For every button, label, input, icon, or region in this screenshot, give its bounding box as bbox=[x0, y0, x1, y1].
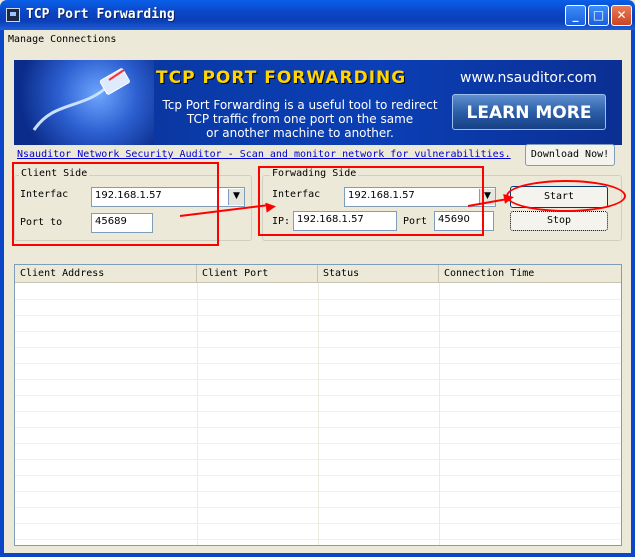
nsauditor-link[interactable]: Nsauditor Network Security Auditor - Sca… bbox=[17, 149, 511, 160]
row-divider bbox=[15, 315, 621, 316]
annotation-arrow-head bbox=[503, 192, 515, 204]
window-frame-left bbox=[0, 30, 4, 557]
window-frame-bottom bbox=[0, 553, 635, 557]
banner-title: TCP PORT FORWARDING bbox=[156, 68, 407, 88]
row-divider bbox=[15, 363, 621, 364]
column-header-status[interactable]: Status bbox=[318, 265, 439, 283]
row-divider bbox=[15, 411, 621, 412]
banner-url: www.nsauditor.com bbox=[460, 70, 597, 86]
row-divider bbox=[15, 395, 621, 396]
promo-banner[interactable]: TCP PORT FORWARDING www.nsauditor.com Tc… bbox=[14, 60, 622, 145]
learn-more-button[interactable]: LEARN MORE bbox=[452, 94, 606, 130]
banner-description-line: Tcp Port Forwarding is a useful tool to … bbox=[162, 98, 438, 112]
row-divider bbox=[15, 539, 621, 540]
row-divider bbox=[15, 299, 621, 300]
row-divider bbox=[15, 459, 621, 460]
annotation-arrow-head bbox=[265, 201, 277, 213]
row-divider bbox=[15, 523, 621, 524]
column-header-connection-time[interactable]: Connection Time bbox=[439, 265, 621, 283]
row-divider bbox=[15, 491, 621, 492]
connections-table[interactable]: Client Address Client Port Status Connec… bbox=[14, 264, 622, 546]
window-title: TCP Port Forwarding bbox=[26, 7, 175, 22]
banner-description-line: TCP traffic from one port on the same bbox=[186, 112, 414, 126]
row-divider bbox=[15, 347, 621, 348]
row-divider bbox=[15, 507, 621, 508]
client-side-highlight bbox=[12, 162, 219, 246]
minimize-button[interactable]: _ bbox=[565, 5, 586, 26]
stop-button[interactable]: Stop bbox=[510, 211, 608, 231]
close-button[interactable]: ✕ bbox=[611, 5, 632, 26]
menu-manage-connections[interactable]: Manage Connections bbox=[8, 34, 116, 45]
start-forwarding-highlight bbox=[506, 180, 626, 212]
row-divider bbox=[15, 331, 621, 332]
maximize-button[interactable]: □ bbox=[588, 5, 609, 26]
app-icon bbox=[6, 8, 20, 22]
column-header-client-address[interactable]: Client Address bbox=[15, 265, 197, 283]
row-divider bbox=[15, 379, 621, 380]
cable-icon bbox=[32, 68, 130, 131]
table-header: Client Address Client Port Status Connec… bbox=[15, 265, 621, 283]
forwarding-side-highlight bbox=[258, 166, 484, 236]
download-now-button[interactable]: Download Now! bbox=[525, 144, 615, 166]
network-cable-image bbox=[14, 60, 154, 145]
column-header-client-port[interactable]: Client Port bbox=[197, 265, 318, 283]
row-divider bbox=[15, 475, 621, 476]
banner-description: Tcp Port Forwarding is a useful tool to … bbox=[150, 98, 450, 140]
row-divider bbox=[15, 427, 621, 428]
chevron-down-icon[interactable]: ▼ bbox=[228, 189, 244, 205]
row-divider bbox=[15, 443, 621, 444]
window-frame-right bbox=[631, 30, 635, 557]
banner-description-line: or another machine to another. bbox=[206, 126, 394, 140]
